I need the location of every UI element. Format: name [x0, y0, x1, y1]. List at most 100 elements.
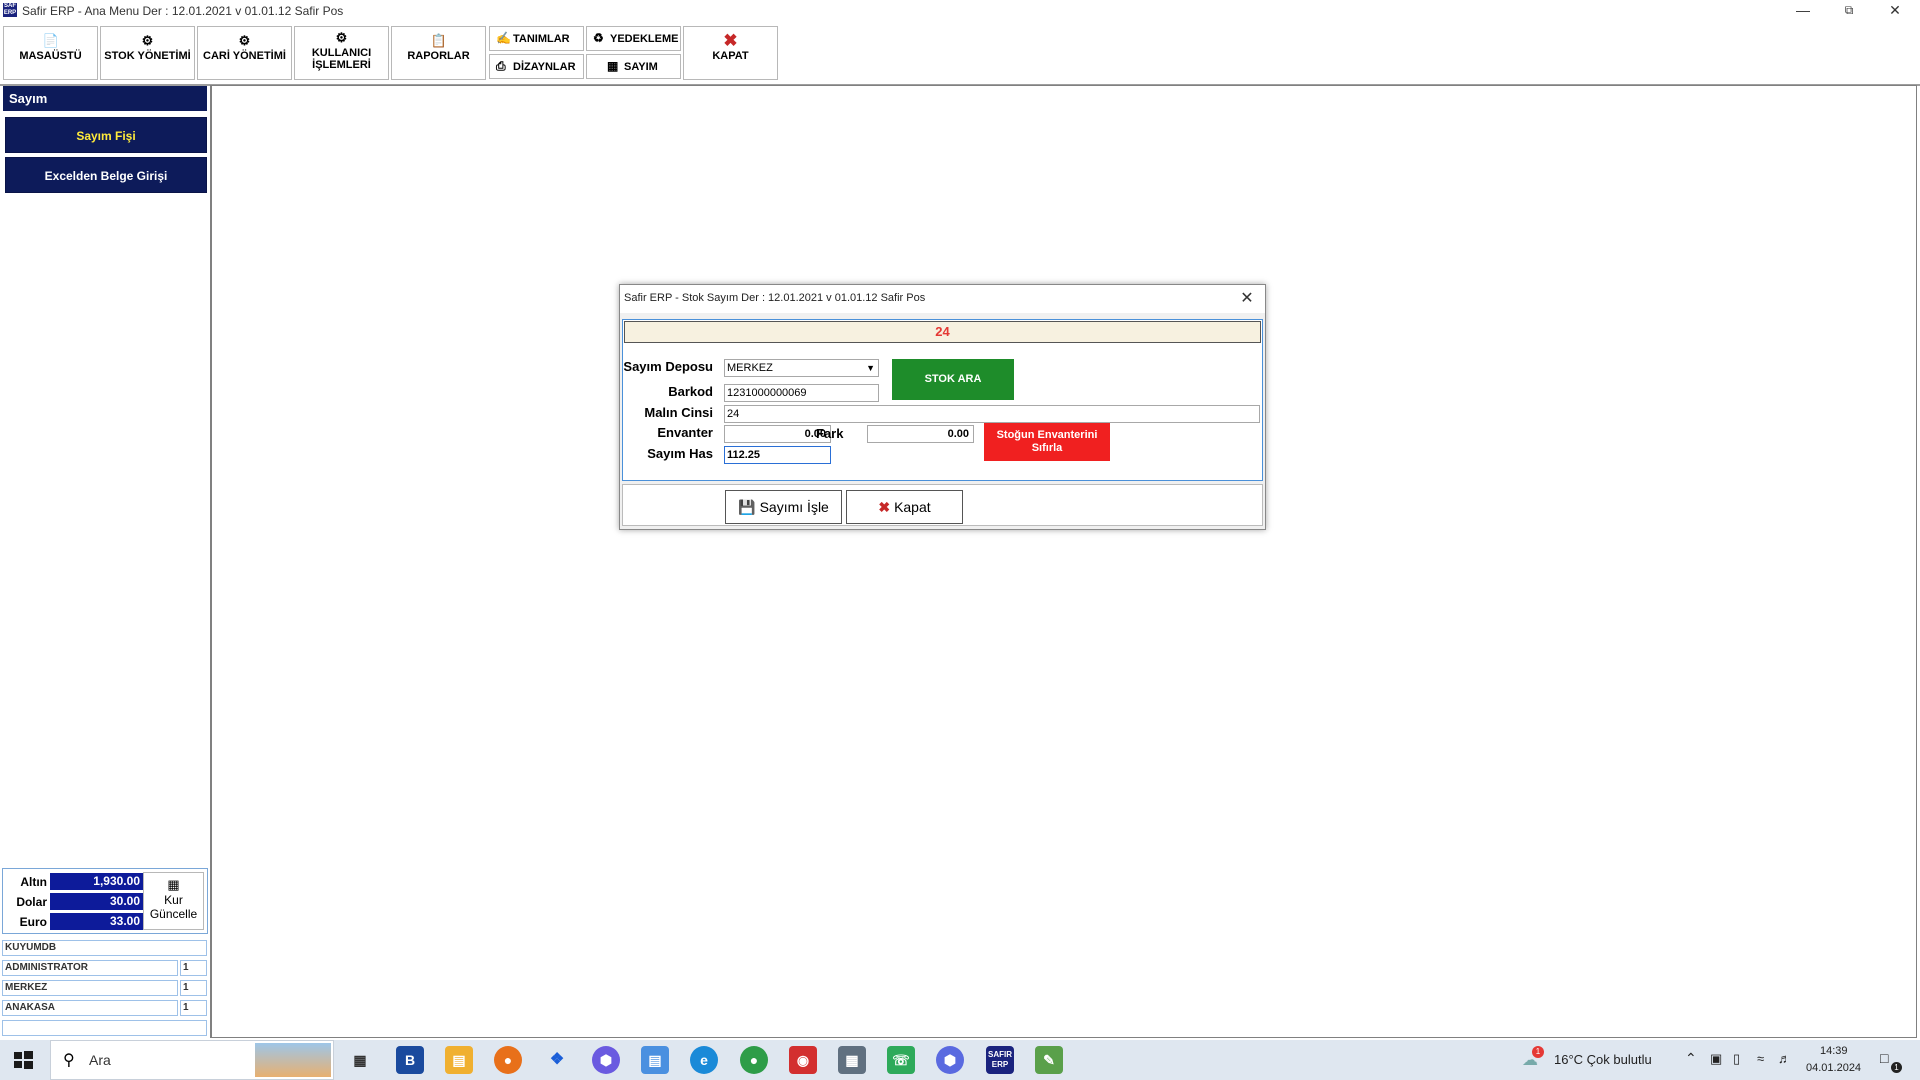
app-hex2-icon[interactable]: ⬢: [936, 1046, 964, 1074]
search-icon: ⚲: [63, 1052, 75, 1069]
barkod-input[interactable]: 1231000000069: [724, 384, 879, 402]
masaustu-label: MASAÜSTÜ: [19, 50, 82, 62]
restore-icon[interactable]: ⧉: [1826, 0, 1872, 22]
fark-label: Fark: [816, 426, 844, 441]
kullanici-islemleri-button[interactable]: ⚙ KULLANICI İŞLEMLERİ: [294, 26, 389, 80]
minimize-icon[interactable]: —: [1780, 0, 1826, 22]
info-cash-value: 1: [180, 1000, 207, 1016]
folder-icon[interactable]: ▤: [641, 1046, 669, 1074]
envanter-label: Envanter: [657, 425, 713, 440]
yedekleme-button[interactable]: ♻ YEDEKLEME: [586, 26, 681, 51]
info-user-name: ADMINISTRATOR: [2, 960, 178, 976]
dropbox-icon[interactable]: ❖: [543, 1046, 571, 1074]
reset-inventory-button[interactable]: Stoğun Envanterini Sıfırla: [984, 423, 1110, 461]
sayim-label: SAYIM: [624, 61, 658, 73]
rate-value: 33.00: [50, 913, 143, 930]
whatsapp-icon[interactable]: ☏: [887, 1046, 915, 1074]
kapat-label: Kapat: [894, 499, 931, 515]
info-row-db: KUYUMDB: [2, 940, 207, 957]
rate-label: Euro: [19, 915, 47, 929]
rate-row-dolar: Dolar 30.00: [5, 893, 145, 911]
yedekleme-label: YEDEKLEME: [610, 33, 679, 45]
masaustu-button[interactable]: 📄 MASAÜSTÜ: [3, 26, 98, 80]
tanimlar-label: TANIMLAR: [513, 33, 570, 45]
rate-value: 1,930.00: [50, 873, 143, 890]
safir-erp-taskbar-icon[interactable]: SAFIR ERP: [986, 1046, 1014, 1074]
definitions-icon: ✍: [496, 31, 511, 45]
notepad-chart-icon[interactable]: ✎: [1035, 1046, 1063, 1074]
clock-date[interactable]: 04.01.2024: [1806, 1062, 1861, 1074]
tanimlar-button[interactable]: ✍ TANIMLAR: [489, 26, 584, 51]
meet-icon[interactable]: ▣: [1710, 1051, 1722, 1067]
sayim-has-label: Sayım Has: [647, 446, 713, 461]
dizaynlar-button[interactable]: ⎙ DİZAYNLAR: [489, 54, 584, 79]
users-icon: ⚙: [335, 30, 348, 45]
record-icon[interactable]: ◉: [789, 1046, 817, 1074]
kullanici-label-1: KULLANICI: [311, 47, 372, 59]
calculator-icon: ▦: [607, 59, 619, 73]
rate-row-altin: Altın 1,930.00: [5, 873, 145, 891]
b-app-icon[interactable]: B: [396, 1046, 424, 1074]
main-toolbar: 📄 MASAÜSTÜ ⚙ STOK YÖNETİMİ ⚙ CARİ YÖNETİ…: [0, 22, 1920, 86]
info-cash-name: ANAKASA: [2, 1000, 178, 1016]
windows-start-icon[interactable]: [8, 1048, 38, 1072]
dialog-close-icon[interactable]: ✕: [1237, 289, 1257, 309]
app-logo: SAF ERP: [3, 3, 17, 17]
printer-icon: ⎙: [496, 59, 506, 73]
cari-yonetimi-button[interactable]: ⚙ CARİ YÖNETİMİ: [197, 26, 292, 80]
stock-icon: ⚙: [141, 33, 154, 48]
rate-label: Altın: [20, 875, 47, 889]
clock-time[interactable]: 14:39: [1820, 1045, 1848, 1057]
depo-label: Sayım Deposu: [623, 359, 713, 374]
reset-label-1: Stoğun Envanterini: [996, 429, 1098, 441]
weather-badge: 1: [1532, 1046, 1544, 1058]
raporlar-label: RAPORLAR: [407, 50, 470, 62]
task-view-icon[interactable]: ▦: [346, 1046, 374, 1074]
customer-icon: ⚙: [238, 33, 251, 48]
battery-icon[interactable]: ▯: [1733, 1051, 1740, 1067]
info-user-value: 1: [180, 960, 207, 976]
notification-icon[interactable]: □: [1880, 1050, 1888, 1066]
backup-icon: ♻: [593, 31, 604, 45]
chrome-icon[interactable]: ●: [740, 1046, 768, 1074]
search-placeholder: Ara: [89, 1052, 111, 1068]
envanter-input[interactable]: 0.00: [724, 425, 831, 443]
close-icon: ✖: [878, 499, 891, 515]
calculator-app-icon[interactable]: ▦: [838, 1046, 866, 1074]
info-row-user: ADMINISTRATOR 1: [2, 960, 207, 977]
fark-input[interactable]: 0.00: [867, 425, 974, 443]
close-icon: ✖: [723, 31, 738, 50]
kapat-dialog-button[interactable]: ✖ Kapat: [846, 490, 963, 524]
firefox-icon[interactable]: ●: [494, 1046, 522, 1074]
notification-badge: 1: [1891, 1062, 1902, 1073]
chevron-down-icon[interactable]: ▼: [866, 360, 875, 376]
raporlar-button[interactable]: 📋 RAPORLAR: [391, 26, 486, 80]
sayim-has-input[interactable]: 112.25: [724, 446, 831, 464]
sayimi-isle-button[interactable]: 💾 Sayımı İşle: [725, 490, 842, 524]
main-content-area: [210, 85, 1917, 1038]
depo-select[interactable]: MERKEZ ▼: [724, 359, 879, 377]
stok-yonetimi-button[interactable]: ⚙ STOK YÖNETİMİ: [100, 26, 195, 80]
chevron-up-icon[interactable]: ⌃: [1685, 1050, 1697, 1067]
stok-ara-button[interactable]: STOK ARA: [892, 359, 1014, 400]
info-row-depot: MERKEZ 1: [2, 980, 207, 997]
kapat-button[interactable]: ✖ KAPAT: [683, 26, 778, 80]
taskbar-search[interactable]: ⚲ Ara: [50, 1040, 334, 1080]
cinsi-input[interactable]: 24: [724, 405, 1260, 423]
cari-label: CARİ YÖNETİMİ: [203, 50, 286, 62]
edge-icon[interactable]: e: [690, 1046, 718, 1074]
rate-row-euro: Euro 33.00: [5, 913, 145, 931]
volume-icon[interactable]: ♬: [1778, 1051, 1791, 1066]
wifi-icon[interactable]: ≈: [1757, 1051, 1764, 1066]
sayim-button[interactable]: ▦ SAYIM: [586, 54, 681, 79]
kur-label-2: Güncelle: [149, 907, 198, 921]
sayim-fisi-button[interactable]: Sayım Fişi: [5, 117, 207, 153]
app-hex-icon[interactable]: ⬢: [592, 1046, 620, 1074]
file-explorer-icon[interactable]: ▤: [445, 1046, 473, 1074]
dizaynlar-label: DİZAYNLAR: [513, 61, 576, 73]
dialog-footer: 💾 Sayımı İşle ✖ Kapat: [622, 484, 1263, 526]
kur-guncelle-button[interactable]: ▦ Kur Güncelle: [143, 872, 204, 930]
weather-text[interactable]: 16°C Çok bulutlu: [1554, 1052, 1652, 1067]
excelden-belge-girisi-button[interactable]: Excelden Belge Girişi: [5, 157, 207, 193]
close-window-icon[interactable]: ✕: [1872, 0, 1918, 22]
